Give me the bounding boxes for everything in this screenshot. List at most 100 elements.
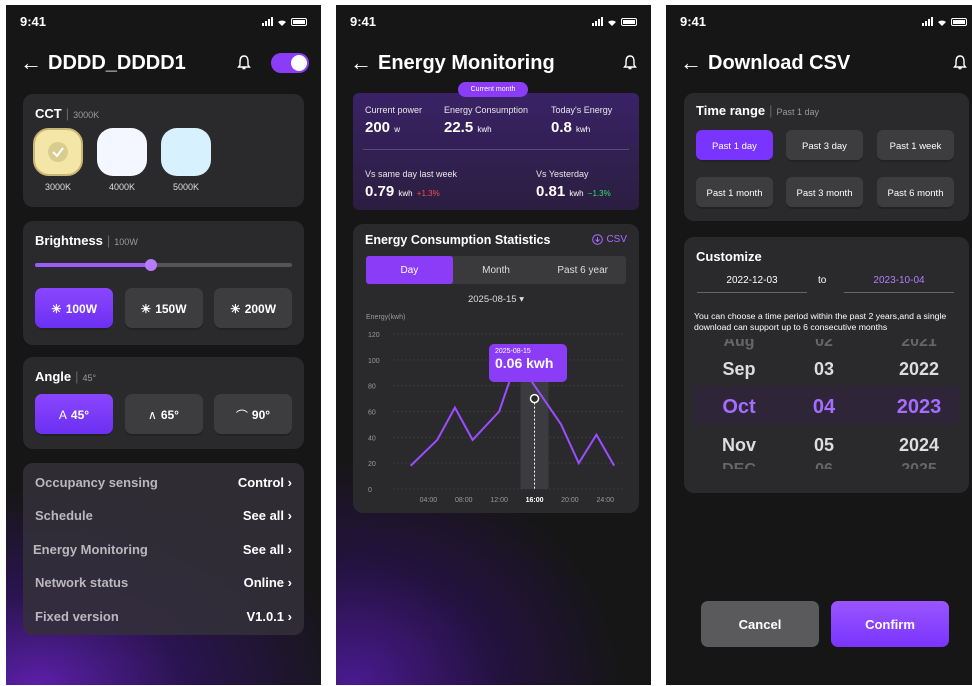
energy-line-chart: Energy(kwh) 0 20 40 60 80 100 120 04:00 08:00 12:… <box>366 314 623 504</box>
chevron-right-icon: › <box>287 508 292 523</box>
cct-option-label: 4000K <box>108 182 136 192</box>
status-icons <box>922 17 967 26</box>
chevron-right-icon: › <box>287 542 292 557</box>
angle-90-button[interactable]: ⌒ 90° <box>214 394 292 436</box>
angle-45-button[interactable]: A 45° <box>35 394 113 436</box>
range-past-3-month[interactable]: Past 3 month <box>786 177 863 209</box>
chevron-right-icon: › <box>287 475 292 490</box>
angle-65-button[interactable]: ∧ 65° <box>124 394 203 436</box>
y-axis-label: Energy(kwh) <box>366 314 405 321</box>
stat-delta: −1.3% <box>587 189 611 198</box>
brightness-value: 100W <box>114 237 138 247</box>
slider-handle[interactable] <box>144 259 157 271</box>
range-past-1-month[interactable]: Past 1 month <box>696 177 773 209</box>
brightness-200w-button[interactable]: ☀ 200W <box>214 288 292 330</box>
tab-day[interactable]: Day <box>366 256 453 284</box>
cct-option-4000k[interactable]: 4000K <box>97 128 147 192</box>
wheel-day-next2: 06 <box>784 461 864 469</box>
y-tick-label: 0 <box>368 487 372 494</box>
stat-current-power: Current power 200 w <box>365 105 422 136</box>
wheel-year-prev2: 2021 <box>901 339 937 350</box>
range-past-1-week[interactable]: Past 1 week <box>877 130 954 162</box>
check-icon <box>48 142 68 162</box>
stat-label: Vs same day last week <box>365 169 458 179</box>
power-toggle[interactable] <box>271 53 309 73</box>
menu-key: Schedule <box>35 508 93 523</box>
menu-item-version[interactable]: Fixed version V1.0.1 › <box>35 609 292 629</box>
brightness-card: Brightness | 100W ☀ 100W ☀ 150W ☀ 200W <box>23 221 304 345</box>
date-selector[interactable]: 2025-08-15 ▾ <box>353 294 639 305</box>
screen-energy-monitoring: 9:41 ← Energy Monitoring Current power 2… <box>336 5 651 685</box>
wheel-month-prev: Sep <box>722 359 756 379</box>
y-tick-label: 80 <box>368 384 376 391</box>
range-past-1-day[interactable]: Past 1 day <box>696 130 773 162</box>
csv-download-button[interactable]: CSV <box>592 234 627 245</box>
stat-value: 0.8 <box>551 119 572 136</box>
range-past-3-day[interactable]: Past 3 day <box>786 130 863 162</box>
battery-icon <box>621 18 637 26</box>
brightness-150w-button[interactable]: ☀ 150W <box>124 288 203 330</box>
sun-icon: ☀ <box>229 302 241 316</box>
highlight-band <box>520 364 549 489</box>
stat-value: 200 <box>365 119 391 136</box>
screen-header: ← Download CSV <box>680 48 969 78</box>
time-range-card: Time range | Past 1 day Past 1 day Past 3 … <box>684 93 969 221</box>
screen-device-control: 9:41 ← DDDD_DDDD1 CCT | 3000K 3000K 4000K <box>6 5 321 685</box>
back-arrow-icon[interactable]: ← <box>20 52 42 74</box>
button-label: 100W <box>65 302 98 316</box>
back-arrow-icon[interactable]: ← <box>350 52 372 74</box>
wheel-day-prev: 03 <box>813 359 835 379</box>
brightness-label: Brightness <box>35 233 103 248</box>
tab-past-6-year[interactable]: Past 6 year <box>539 256 626 284</box>
brightness-100w-button[interactable]: ☀ 100W <box>35 288 113 330</box>
brightness-options: ☀ 100W ☀ 150W ☀ 200W <box>35 288 292 330</box>
status-time: 9:41 <box>680 14 707 29</box>
y-tick-label: 100 <box>368 358 380 365</box>
sun-icon: ☀ <box>50 302 62 316</box>
confirm-button[interactable]: Confirm <box>831 601 949 647</box>
menu-item-network[interactable]: Network status Online › <box>35 575 292 595</box>
brightness-slider[interactable] <box>35 259 292 271</box>
x-tick-label: 04:00 <box>420 497 438 504</box>
statistics-card: Energy Consumption Statistics CSV Day Mo… <box>353 224 639 513</box>
tab-month[interactable]: Month <box>453 256 540 284</box>
status-bar: 9:41 <box>20 14 307 30</box>
stat-vs-last-week: Vs same day last week 0.79 kwh +1.3% <box>365 169 457 200</box>
csv-label: CSV <box>606 234 627 245</box>
angle-icon: A <box>58 408 67 422</box>
cancel-button[interactable]: Cancel <box>701 601 819 647</box>
chevron-right-icon: › <box>287 575 292 590</box>
end-date-field[interactable]: 2023-10-04 <box>844 275 954 293</box>
cct-option-5000k[interactable]: 5000K <box>161 128 211 192</box>
back-arrow-icon[interactable]: ← <box>680 52 702 74</box>
current-month-badge: Current month <box>458 82 528 97</box>
date-wheel-picker[interactable]: Aug Sep Oct Nov DEC 02 03 04 05 06 2021 … <box>694 339 959 469</box>
start-date-field[interactable]: 2022-12-03 <box>697 275 807 293</box>
bell-icon[interactable] <box>951 54 969 72</box>
wheel-month-selected: Oct <box>722 396 756 418</box>
stat-label: Vs Yesterday <box>536 169 589 179</box>
status-time: 9:41 <box>20 14 47 29</box>
stat-unit: kwh <box>569 189 584 198</box>
wifi-icon <box>278 20 286 26</box>
menu-item-occupancy[interactable]: Occupancy sensing Control › <box>35 475 292 495</box>
wifi-icon <box>938 20 946 26</box>
stat-vs-yesterday: Vs Yesterday 0.81 kwh −1.3% <box>536 169 611 200</box>
stat-value: 22.5 <box>444 119 474 136</box>
y-tick-label: 120 <box>368 332 380 339</box>
cct-option-3000k[interactable]: 3000K <box>33 128 83 192</box>
x-tick-label: 16:00 <box>526 497 544 504</box>
to-label: to <box>818 275 827 286</box>
battery-icon <box>291 18 307 26</box>
menu-item-schedule[interactable]: Schedule See all › <box>35 508 292 528</box>
menu-item-energy[interactable]: Energy Monitoring See all › <box>33 542 292 562</box>
bell-icon[interactable] <box>235 54 253 72</box>
page-title: Download CSV <box>708 51 851 74</box>
range-past-6-month[interactable]: Past 6 month <box>877 177 954 209</box>
highlight-point[interactable] <box>529 393 540 404</box>
customize-hint: You can choose a time period within the … <box>694 311 947 332</box>
y-tick-label: 60 <box>368 410 376 417</box>
bell-icon[interactable] <box>621 54 639 72</box>
stat-unit: kwh <box>398 189 413 198</box>
screen-header: ← DDDD_DDDD1 <box>20 48 309 78</box>
